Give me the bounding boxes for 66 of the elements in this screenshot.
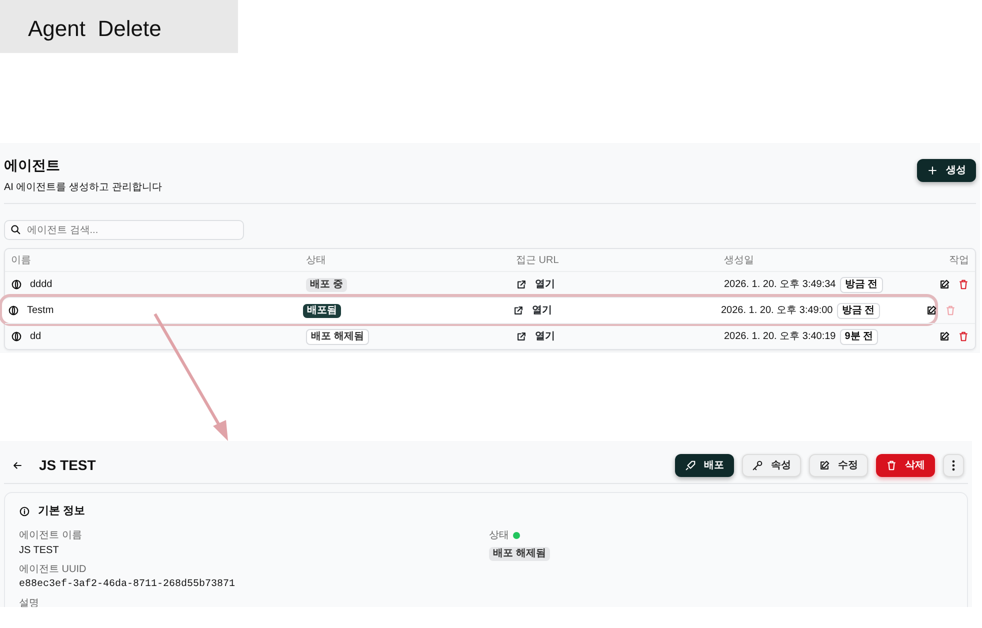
field-label: 상태 (489, 528, 509, 542)
edit-icon (939, 331, 950, 342)
edit-button[interactable] (939, 331, 950, 342)
column-header: 접근 URL (516, 254, 560, 268)
info-icon (19, 506, 30, 517)
delete-button[interactable]: 삭제 (876, 454, 935, 476)
globe-icon (11, 331, 22, 342)
open-link[interactable]: 열기 (516, 277, 555, 292)
field-label: 설명 (19, 596, 40, 607)
created-date: 2026. 1. 20. 오후 3:49:00 (721, 304, 833, 318)
external-link-icon (513, 305, 524, 316)
field-value: e88ec3ef-3af2-46da-8711-268d55b73871 (19, 578, 236, 592)
column-header: 생성일 (724, 254, 755, 268)
edit-icon (926, 305, 937, 316)
field-label: 에이전트 UUID (19, 562, 88, 576)
edit-icon (819, 460, 830, 470)
column-header: 작업 (948, 254, 969, 268)
status-badge: 배포 해제됨 (306, 328, 369, 344)
key-icon (752, 460, 763, 470)
edit-button[interactable]: 수정 (809, 454, 868, 476)
column-header: 상태 (306, 254, 327, 268)
field-value: JS TEST (19, 544, 60, 558)
back-arrow-icon (12, 460, 23, 470)
delete-button[interactable] (958, 331, 969, 342)
trash-icon (958, 331, 969, 342)
more-icon (952, 460, 955, 470)
agent-name[interactable]: Testm (27, 303, 54, 318)
edit-button[interactable] (939, 279, 950, 290)
edit-icon (939, 279, 950, 290)
properties-button[interactable]: 속성 (742, 454, 801, 476)
status-badge: 배포 해제됨 (489, 546, 550, 560)
caption-label: Agent Delete (0, 0, 238, 53)
time-ago-badge: 9분 전 (840, 328, 878, 344)
field-label: 에이전트 이름 (19, 528, 83, 542)
trash-icon (945, 305, 956, 316)
search-icon (10, 224, 21, 235)
create-button[interactable]: 생성 (917, 159, 976, 182)
created-date: 2026. 1. 20. 오후 3:40:19 (724, 330, 836, 344)
page-title: 에이전트 (4, 156, 61, 175)
status-badge: 배포됨 (303, 304, 341, 318)
delete-button[interactable] (958, 279, 969, 290)
agent-name[interactable]: dd (30, 329, 42, 344)
rocket-icon (685, 460, 696, 470)
page-subtitle: AI 에이전트를 생성하고 관리합니다 (4, 181, 162, 195)
more-button[interactable] (943, 454, 964, 476)
globe-icon (8, 305, 19, 316)
deploy-button[interactable]: 배포 (675, 454, 734, 476)
trash-icon (958, 279, 969, 290)
column-header: 이름 (11, 254, 32, 268)
section-title: 기본 정보 (38, 504, 86, 519)
external-link-icon (516, 279, 527, 290)
back-button[interactable] (12, 460, 23, 470)
time-ago-badge: 방금 전 (836, 302, 880, 318)
agent-name[interactable]: dddd (30, 277, 52, 292)
created-date: 2026. 1. 20. 오후 3:49:34 (724, 278, 836, 292)
search-field[interactable]: 에이전트 검색... (4, 220, 244, 240)
detail-title: JS TEST (39, 456, 96, 474)
edit-button[interactable] (926, 305, 937, 316)
status-badge: 배포 중 (306, 278, 347, 292)
plus-icon (927, 165, 938, 176)
open-link[interactable]: 열기 (513, 303, 552, 318)
external-link-icon (516, 331, 527, 342)
trash-icon (886, 460, 897, 470)
time-ago-badge: 방금 전 (840, 276, 883, 292)
open-link[interactable]: 열기 (516, 329, 555, 344)
globe-icon (11, 279, 22, 290)
